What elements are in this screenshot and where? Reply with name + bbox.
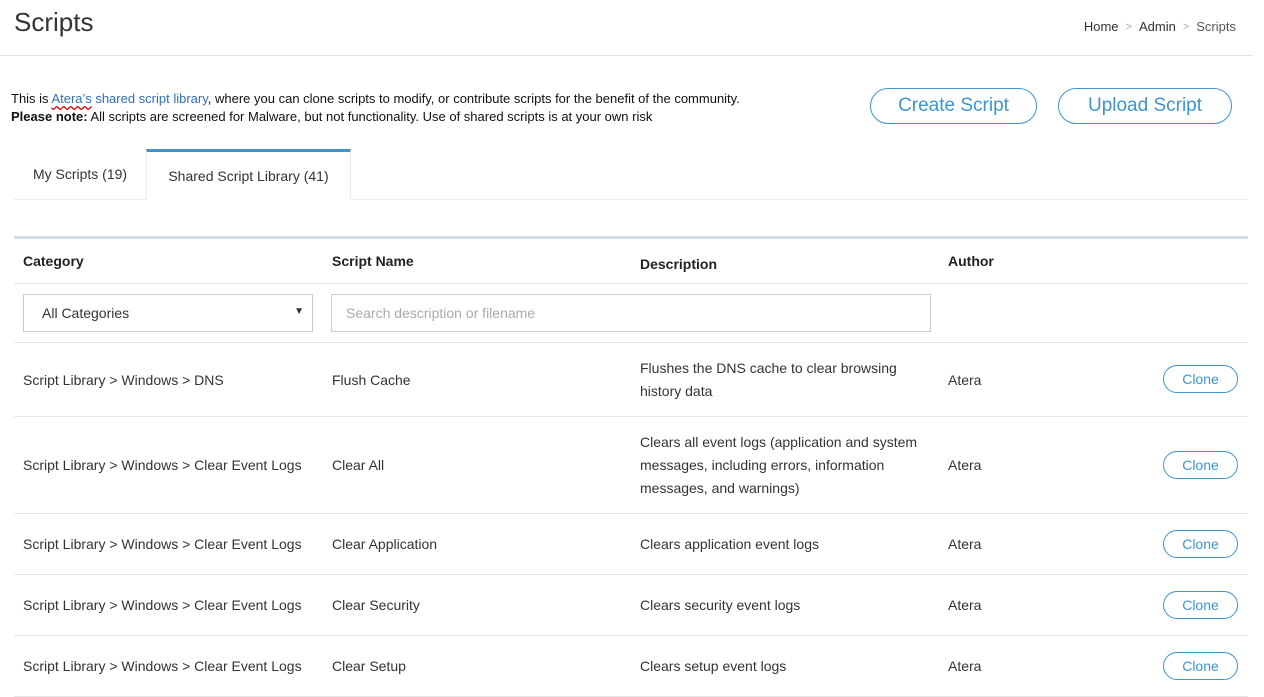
row-description: Flushes the DNS cache to clear browsing … [640,359,897,399]
row-script-name: Flush Cache [332,371,411,388]
scripts-table: Category Script Name Description Author … [14,236,1248,697]
row-category: Script Library > Windows > Clear Event L… [23,457,302,473]
search-input[interactable] [331,294,931,332]
row-script-name: Clear Application [332,536,438,552]
note-text: All scripts are screened for Malware, bu… [87,109,653,124]
clone-button[interactable]: Clone [1163,451,1238,479]
row-category: Script Library > Windows > Clear Event L… [23,536,302,552]
table-header: Category Script Name Description Author [14,239,1248,284]
breadcrumb-home[interactable]: Home [1084,19,1119,34]
intro-suffix: , where you can clone scripts to modify,… [207,91,740,106]
row-author: Atera [948,371,982,388]
intro-prefix: This is [11,91,52,106]
category-select-value: All Categories [42,305,130,321]
row-description: Clears application event logs [640,535,819,552]
breadcrumb-separator: > [1182,20,1190,33]
note-line: Please note: All scripts are screened fo… [11,108,851,126]
note-label: Please note: [11,109,88,124]
tab-shared-script-library[interactable]: Shared Script Library (41) [146,149,351,200]
row-script-name: Clear Security [332,597,420,613]
page-title: Scripts [14,7,94,37]
row-description: Clears all event logs (application and s… [640,433,918,496]
row-author: Atera [948,536,982,552]
category-select[interactable]: All Categories ▼ [23,294,313,332]
clone-button[interactable]: Clone [1163,530,1238,558]
breadcrumb-admin[interactable]: Admin [1139,19,1176,34]
table-row: Script Library > Windows > Clear Event L… [14,636,1248,697]
column-header-author: Author [948,253,994,269]
dropdown-arrow-icon: ▼ [294,306,304,317]
intro-line: This is Atera’s shared script library, w… [11,90,851,108]
table-row: Script Library > Windows > Clear Event L… [14,417,1248,514]
breadcrumb-separator: > [1125,20,1132,33]
table-row: Script Library > Windows > DNS Flush Cac… [14,343,1248,417]
column-header-script-name: Script Name [332,253,414,269]
table-row: Script Library > Windows > Clear Event L… [14,575,1248,636]
shared-library-link[interactable]: Atera’s shared script library [51,91,207,106]
row-author: Atera [948,457,982,473]
row-description: Clears security event logs [640,596,801,613]
intro-text: This is Atera’s shared script library, w… [11,90,851,126]
breadcrumb-current: Scripts [1196,19,1236,34]
table-row: Script Library > Windows > Clear Event L… [14,514,1248,575]
tab-my-scripts[interactable]: My Scripts (19) [14,149,146,199]
create-script-button[interactable]: Create Script [870,88,1037,124]
page-header: Scripts Home > Admin > Scripts [0,0,1253,56]
link-word: Atera’s [51,91,92,106]
clone-button[interactable]: Clone [1163,591,1238,619]
row-author: Atera [948,597,982,613]
breadcrumb: Home > Admin > Scripts [1084,19,1236,34]
row-category: Script Library > Windows > Clear Event L… [23,597,302,613]
clone-button[interactable]: Clone [1163,652,1238,680]
row-category: Script Library > Windows > Clear Event L… [23,658,302,674]
column-header-category: Category [23,253,84,269]
clone-button[interactable]: Clone [1163,365,1238,393]
row-author: Atera [948,658,982,674]
link-rest: shared script library [91,91,208,106]
column-header-description: Description [640,256,718,272]
tab-bar: My Scripts (19) Shared Script Library (4… [14,149,1248,200]
filter-row: All Categories ▼ [14,284,1248,343]
row-script-name: Clear Setup [332,658,406,674]
row-category: Script Library > Windows > DNS [23,371,224,388]
row-script-name: Clear All [332,457,385,473]
row-description: Clears setup event logs [640,657,787,674]
upload-script-button[interactable]: Upload Script [1058,88,1232,124]
